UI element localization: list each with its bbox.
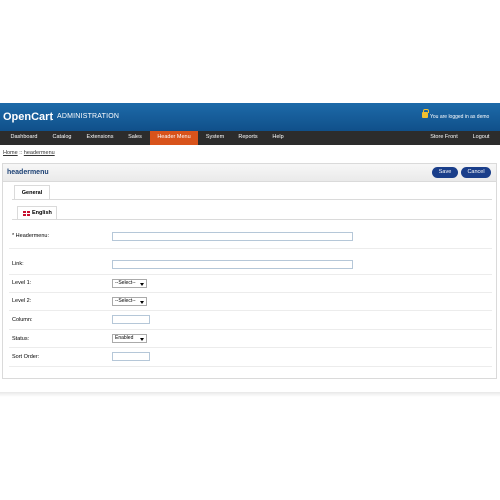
headermenu-input[interactable] bbox=[112, 232, 353, 241]
row-divider bbox=[9, 329, 492, 330]
row-divider bbox=[9, 292, 492, 293]
status-select-value: Enabled bbox=[115, 335, 134, 341]
row-divider bbox=[9, 347, 492, 348]
menu-header-menu[interactable]: Header Menu bbox=[150, 131, 198, 145]
tab-divider bbox=[12, 199, 492, 200]
sort-order-label: Sort Order: bbox=[12, 354, 40, 360]
breadcrumb-current[interactable]: headermenu bbox=[24, 150, 55, 156]
footer-divider bbox=[0, 392, 500, 397]
link-input[interactable] bbox=[112, 260, 353, 269]
row-divider bbox=[9, 366, 492, 367]
chevron-down-icon bbox=[140, 301, 144, 304]
tab-english[interactable]: English bbox=[17, 206, 57, 219]
tab-general[interactable]: General bbox=[14, 185, 50, 199]
menu-reports[interactable]: Reports bbox=[232, 131, 264, 145]
administration-title: ADMINISTRATION bbox=[57, 113, 120, 120]
lock-icon bbox=[422, 109, 429, 118]
level2-select[interactable]: --Select-- bbox=[112, 297, 147, 306]
save-button[interactable]: Save bbox=[432, 167, 458, 178]
status-select[interactable]: Enabled bbox=[112, 334, 147, 343]
row-divider bbox=[9, 274, 492, 275]
cancel-button[interactable]: Cancel bbox=[461, 167, 491, 178]
top-header: OpenCart | ADMINISTRATION You are logged… bbox=[0, 103, 500, 131]
sort-order-input[interactable] bbox=[112, 352, 150, 361]
level2-select-value: --Select-- bbox=[115, 298, 136, 304]
box-heading: headermenu Save Cancel bbox=[3, 164, 496, 182]
column-label: Column: bbox=[12, 317, 33, 323]
logged-in-text: You are logged in as demo bbox=[430, 114, 490, 120]
uk-flag-icon bbox=[23, 211, 30, 216]
menu-system[interactable]: System bbox=[200, 131, 230, 145]
chevron-down-icon bbox=[140, 338, 144, 341]
menu-extensions[interactable]: Extensions bbox=[80, 131, 120, 145]
menu-catalog[interactable]: Catalog bbox=[46, 131, 78, 145]
level1-select[interactable]: --Select-- bbox=[112, 279, 147, 288]
page: OpenCart | ADMINISTRATION You are logged… bbox=[0, 0, 500, 500]
logo-separator: | bbox=[50, 112, 53, 121]
level1-label: Level 1: bbox=[12, 280, 32, 286]
row-divider bbox=[9, 310, 492, 311]
main-menu: Dashboard Catalog Extensions Sales Heade… bbox=[0, 131, 500, 145]
row-divider bbox=[9, 248, 492, 249]
menu-help[interactable]: Help bbox=[266, 131, 290, 145]
page-title: headermenu bbox=[7, 169, 49, 176]
opencart-logo[interactable]: OpenCart bbox=[3, 111, 53, 123]
level1-select-value: --Select-- bbox=[115, 280, 136, 286]
chevron-down-icon bbox=[140, 283, 144, 286]
menu-dashboard[interactable]: Dashboard bbox=[4, 131, 44, 145]
link-label: Link: bbox=[12, 261, 24, 267]
breadcrumb: Home :: headermenu bbox=[3, 150, 55, 156]
breadcrumb-separator: :: bbox=[19, 150, 23, 156]
column-input[interactable] bbox=[112, 315, 150, 324]
status-label: Status: bbox=[12, 336, 30, 342]
language-tab-divider bbox=[12, 219, 492, 220]
breadcrumb-home[interactable]: Home bbox=[3, 150, 18, 156]
menu-logout[interactable]: Logout bbox=[467, 131, 495, 145]
menu-sales[interactable]: Sales bbox=[122, 131, 148, 145]
form-box: headermenu Save Cancel General English *… bbox=[2, 163, 497, 379]
level2-label: Level 2: bbox=[12, 298, 32, 304]
headermenu-label: * Headermenu: bbox=[12, 233, 49, 239]
menu-store-front[interactable]: Store Front bbox=[425, 131, 463, 145]
